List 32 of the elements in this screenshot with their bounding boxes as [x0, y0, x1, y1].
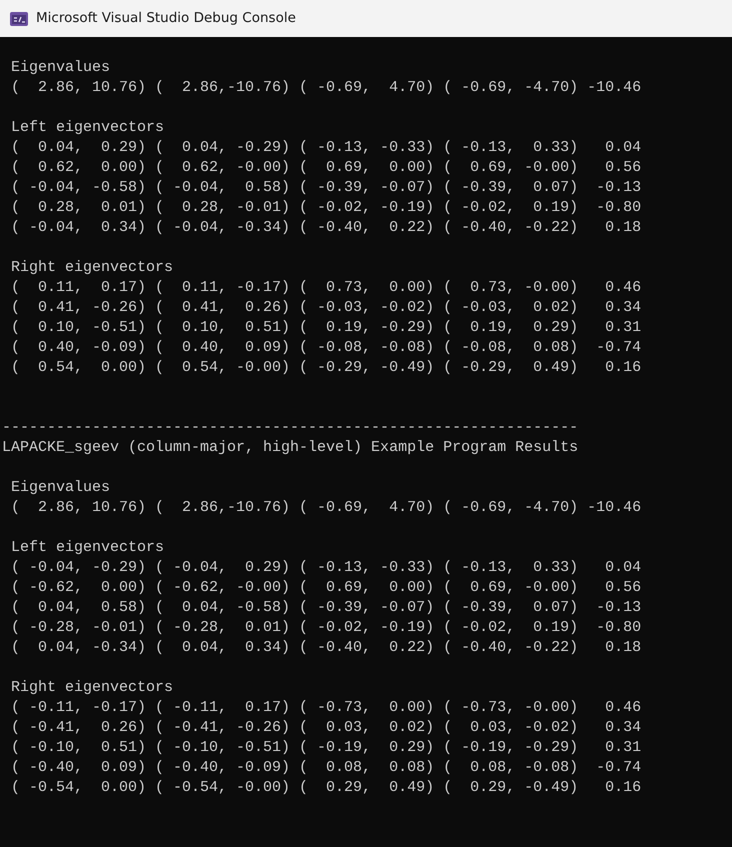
console-line: ( 2.86, 10.76) ( 2.86,-10.76) ( -0.69, 4.70) ( -0.69, -4.70) -10.46 — [10, 498, 642, 518]
console-line: ( 0.04, 0.29) ( 0.04, -0.29) ( -0.13, -0.33) ( -0.13, 0.33) 0.04 — [10, 138, 642, 158]
console-line: ( 0.54, 0.00) ( 0.54, -0.00) ( -0.29, -0.49) ( -0.29, 0.49) 0.16 — [10, 358, 642, 378]
console-line: ( 0.04, 0.58) ( 0.04, -0.58) ( -0.39, -0.07) ( -0.39, 0.07) -0.13 — [10, 598, 642, 618]
console-line: ( 0.10, -0.51) ( 0.10, 0.51) ( 0.19, -0.29) ( 0.19, 0.29) 0.31 — [10, 318, 642, 338]
console-line: ( -0.04, -0.29) ( -0.04, 0.29) ( -0.13, -0.33) ( -0.13, 0.33) 0.04 — [10, 558, 642, 578]
console-line: ---------------------------------------------------------------- — [2, 418, 578, 438]
console-line: Left eigenvectors — [10, 538, 164, 558]
console-line: Left eigenvectors — [10, 118, 164, 138]
console-line: ( 0.28, 0.01) ( 0.28, -0.01) ( -0.02, -0.19) ( -0.02, 0.19) -0.80 — [10, 198, 642, 218]
window-title: Microsoft Visual Studio Debug Console — [36, 9, 296, 28]
console-line: ( -0.41, 0.26) ( -0.41, -0.26) ( 0.03, 0.02) ( 0.03, -0.02) 0.34 — [10, 718, 642, 738]
console-app-icon — [10, 10, 28, 26]
console-line: ( 0.04, -0.34) ( 0.04, 0.34) ( -0.40, 0.22) ( -0.40, -0.22) 0.18 — [10, 638, 642, 658]
console-line: ( 0.41, -0.26) ( 0.41, 0.26) ( -0.03, -0.02) ( -0.03, 0.02) 0.34 — [10, 298, 642, 318]
console-line: Eigenvalues — [10, 58, 110, 78]
console-line: ( -0.54, 0.00) ( -0.54, -0.00) ( 0.29, 0.49) ( 0.29, -0.49) 0.16 — [10, 778, 642, 798]
console-line: ( -0.62, 0.00) ( -0.62, -0.00) ( 0.69, 0.00) ( 0.69, -0.00) 0.56 — [10, 578, 642, 598]
console-line: LAPACKE_sgeev (column-major, high-level) Example Program Results — [2, 438, 578, 458]
console-line: ( -0.04, 0.34) ( -0.04, -0.34) ( -0.40, 0.22) ( -0.40, -0.22) 0.18 — [10, 218, 642, 238]
console-line: ( 0.11, 0.17) ( 0.11, -0.17) ( 0.73, 0.00) ( 0.73, -0.00) 0.46 — [10, 278, 642, 298]
console-line: ( -0.40, 0.09) ( -0.40, -0.09) ( 0.08, 0.08) ( 0.08, -0.08) -0.74 — [10, 758, 642, 778]
console-line: Right eigenvectors — [10, 258, 174, 278]
console-line: ( -0.04, -0.58) ( -0.04, 0.58) ( -0.39, -0.07) ( -0.39, 0.07) -0.13 — [10, 178, 642, 198]
console-line: ( 0.62, 0.00) ( 0.62, -0.00) ( 0.69, 0.00) ( 0.69, -0.00) 0.56 — [10, 158, 642, 178]
console-line: ( 2.86, 10.76) ( 2.86,-10.76) ( -0.69, 4.70) ( -0.69, -4.70) -10.46 — [10, 78, 642, 98]
console-line: ( -0.11, -0.17) ( -0.11, 0.17) ( -0.73, 0.00) ( -0.73, -0.00) 0.46 — [10, 698, 642, 718]
console-line: Right eigenvectors — [10, 678, 174, 698]
console-line: ( -0.10, 0.51) ( -0.10, -0.51) ( -0.19, 0.29) ( -0.19, -0.29) 0.31 — [10, 738, 642, 758]
console-line: ( 0.40, -0.09) ( 0.40, 0.09) ( -0.08, -0.08) ( -0.08, 0.08) -0.74 — [10, 338, 642, 358]
console-line: Eigenvalues — [10, 478, 110, 498]
console-line: ( -0.28, -0.01) ( -0.28, 0.01) ( -0.02, -0.19) ( -0.02, 0.19) -0.80 — [10, 618, 642, 638]
